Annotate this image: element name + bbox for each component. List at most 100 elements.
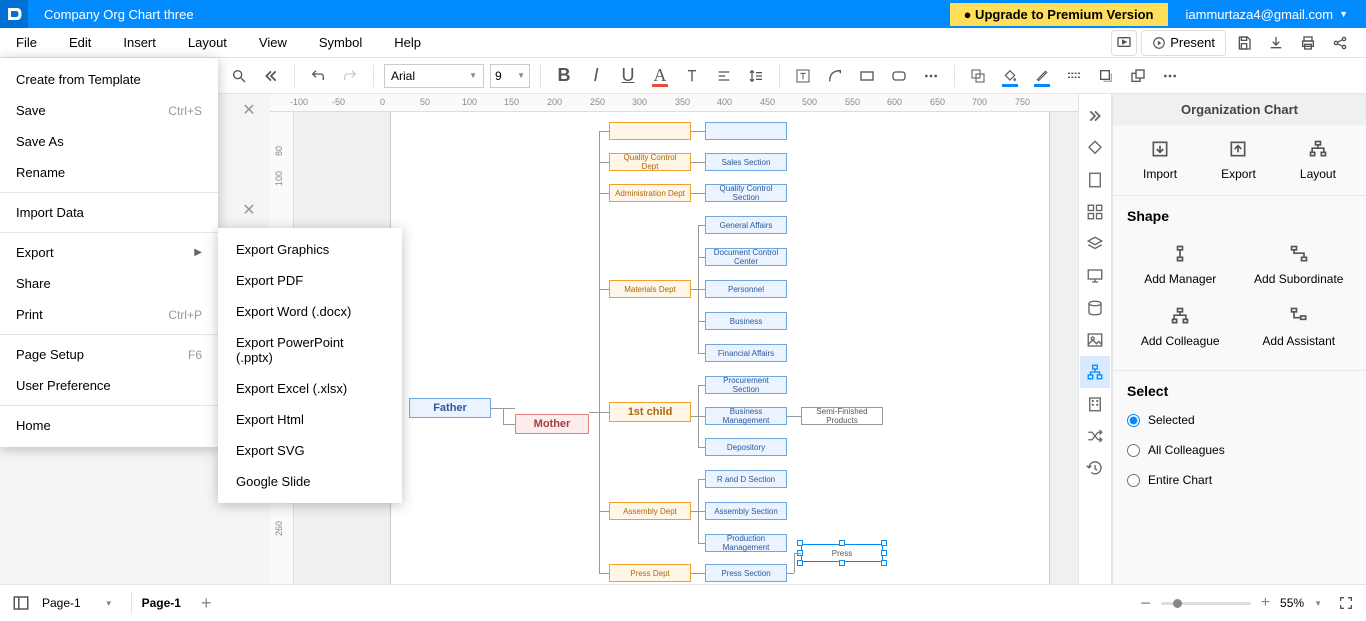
canvas-page[interactable]: Quality Control Dept Administration Dept… — [390, 112, 1050, 584]
menu-symbol[interactable]: Symbol — [303, 28, 378, 57]
export-button[interactable]: Export — [1221, 139, 1256, 181]
fill-color-button[interactable] — [997, 63, 1023, 89]
document-title[interactable]: Company Org Chart three — [44, 7, 194, 22]
font-color-button[interactable]: A — [647, 63, 673, 89]
menu-save-as[interactable]: Save As — [0, 126, 218, 157]
org-node[interactable]: Press Section — [705, 564, 787, 582]
org-node-mother[interactable]: Mother — [515, 414, 589, 434]
add-colleague-button[interactable]: Add Colleague — [1121, 296, 1240, 358]
org-node[interactable]: Semi-Finished Products — [801, 407, 883, 425]
present-button[interactable]: Present — [1141, 30, 1226, 56]
page-tab[interactable]: Page-1 — [132, 596, 191, 610]
org-node[interactable]: Personnel — [705, 280, 787, 298]
selection-handle[interactable] — [839, 540, 845, 546]
menu-export[interactable]: Export▶ — [0, 237, 218, 268]
org-node[interactable]: Sales Section — [705, 153, 787, 171]
building-tool-icon[interactable] — [1080, 388, 1110, 420]
zoom-out-button[interactable]: − — [1140, 593, 1151, 614]
radio-selected[interactable]: Selected — [1113, 405, 1366, 435]
page-dropdown[interactable]: Page-1 ▼ — [42, 596, 113, 610]
org-node[interactable] — [609, 122, 691, 140]
share-icon[interactable] — [1326, 31, 1354, 55]
menu-print[interactable]: PrintCtrl+P — [0, 299, 218, 330]
zoom-in-button[interactable]: + — [1261, 594, 1270, 612]
org-node[interactable]: Business — [705, 312, 787, 330]
menu-help[interactable]: Help — [378, 28, 437, 57]
redo-icon[interactable] — [337, 63, 363, 89]
collapse-left-icon[interactable] — [258, 63, 284, 89]
close-icon[interactable]: ✕ — [234, 200, 264, 220]
org-node[interactable]: General Affairs — [705, 216, 787, 234]
zoom-value[interactable]: 55% — [1280, 596, 1304, 610]
selection-handle[interactable] — [797, 540, 803, 546]
font-family-select[interactable]: Arial ▼ — [384, 64, 484, 88]
line-spacing-button[interactable] — [743, 63, 769, 89]
layout-button[interactable]: Layout — [1300, 139, 1336, 181]
undo-icon[interactable] — [305, 63, 331, 89]
radio-selected-input[interactable] — [1127, 414, 1140, 427]
radio-all-colleagues[interactable]: All Colleagues — [1113, 435, 1366, 465]
org-node[interactable]: Quality Control Section — [705, 184, 787, 202]
menu-create-template[interactable]: Create from Template — [0, 64, 218, 95]
more-shapes-icon[interactable] — [918, 63, 944, 89]
export-pdf[interactable]: Export PDF — [218, 265, 402, 296]
org-node[interactable]: Administration Dept — [609, 184, 691, 202]
org-node[interactable]: Assembly Dept — [609, 502, 691, 520]
export-graphics[interactable]: Export Graphics — [218, 234, 402, 265]
image-tool-icon[interactable] — [1080, 324, 1110, 356]
arrange-button[interactable] — [1125, 63, 1151, 89]
org-node[interactable]: Production Management — [705, 534, 787, 552]
menu-home[interactable]: Home — [0, 410, 218, 441]
grid-tool-icon[interactable] — [1080, 196, 1110, 228]
menu-save[interactable]: SaveCtrl+S — [0, 95, 218, 126]
upgrade-button[interactable]: ● Upgrade to Premium Version — [950, 3, 1168, 26]
org-node[interactable]: R and D Section — [705, 470, 787, 488]
org-node[interactable]: Materials Dept — [609, 280, 691, 298]
org-node[interactable] — [705, 122, 787, 140]
menu-page-setup[interactable]: Page SetupF6 — [0, 339, 218, 370]
export-excel[interactable]: Export Excel (.xlsx) — [218, 373, 402, 404]
export-html[interactable]: Export Html — [218, 404, 402, 435]
close-icon[interactable]: ✕ — [234, 100, 264, 120]
line-color-button[interactable] — [1029, 63, 1055, 89]
slideshow-icon[interactable] — [1111, 30, 1137, 56]
shape-rect-icon[interactable] — [854, 63, 880, 89]
export-google-slide[interactable]: Google Slide — [218, 466, 402, 497]
import-button[interactable]: Import — [1143, 139, 1177, 181]
underline-button[interactable]: U — [615, 63, 641, 89]
more-icon[interactable] — [1157, 63, 1183, 89]
org-node[interactable]: Financial Affairs — [705, 344, 787, 362]
shadow-button[interactable] — [1093, 63, 1119, 89]
app-logo[interactable] — [0, 0, 28, 28]
bold-button[interactable]: B — [551, 63, 577, 89]
org-node[interactable]: Assembly Section — [705, 502, 787, 520]
group-icon[interactable] — [965, 63, 991, 89]
print-icon[interactable] — [1294, 31, 1322, 55]
menu-layout[interactable]: Layout — [172, 28, 243, 57]
orgchart-tool-icon[interactable] — [1080, 356, 1110, 388]
org-node-father[interactable]: Father — [409, 398, 491, 418]
text-highlight-button[interactable] — [679, 63, 705, 89]
selection-handle[interactable] — [881, 550, 887, 556]
selection-handle[interactable] — [797, 560, 803, 566]
account-menu[interactable]: iammurtaza4@gmail.com ▼ — [1168, 7, 1366, 22]
italic-button[interactable]: I — [583, 63, 609, 89]
org-node[interactable]: Procurement Section — [705, 376, 787, 394]
zoom-slider[interactable] — [1161, 602, 1251, 605]
text-tool-icon[interactable] — [790, 63, 816, 89]
menu-view[interactable]: View — [243, 28, 303, 57]
radio-entire-chart-input[interactable] — [1127, 474, 1140, 487]
font-size-select[interactable]: 9 ▼ — [490, 64, 530, 88]
menu-import-data[interactable]: Import Data — [0, 197, 218, 228]
align-button[interactable] — [711, 63, 737, 89]
history-tool-icon[interactable] — [1080, 452, 1110, 484]
layers-tool-icon[interactable] — [1080, 228, 1110, 260]
menu-rename[interactable]: Rename — [0, 157, 218, 188]
selection-handle[interactable] — [881, 540, 887, 546]
shape-rounded-icon[interactable] — [886, 63, 912, 89]
menu-edit[interactable]: Edit — [53, 28, 107, 57]
shuffle-tool-icon[interactable] — [1080, 420, 1110, 452]
org-node[interactable]: Document Control Center — [705, 248, 787, 266]
org-node[interactable]: Business Management — [705, 407, 787, 425]
page-tool-icon[interactable] — [1080, 164, 1110, 196]
